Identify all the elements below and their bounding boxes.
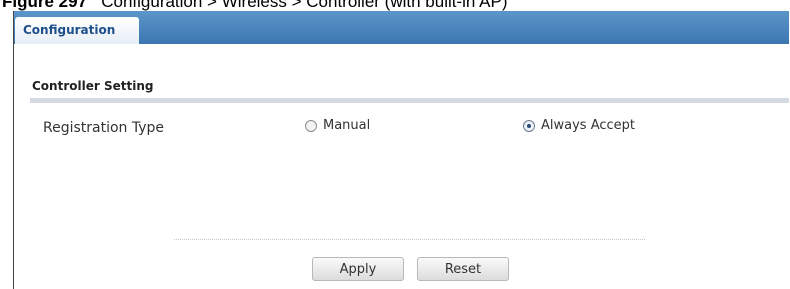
reset-button[interactable]: Reset xyxy=(417,257,509,281)
always-accept-radio-button[interactable] xyxy=(523,119,535,132)
radio-option-always-accept[interactable]: Always Accept xyxy=(523,118,635,133)
tab-configuration[interactable]: Configuration xyxy=(15,17,139,44)
section-divider xyxy=(30,98,789,103)
always-accept-radio-label: Always Accept xyxy=(541,118,636,133)
form-divider xyxy=(174,239,645,240)
manual-radio-button[interactable] xyxy=(305,119,317,132)
registration-type-label: Registration Type xyxy=(43,120,165,136)
section-title: Controller Setting xyxy=(32,79,154,93)
manual-radio-label: Manual xyxy=(323,118,371,133)
apply-button[interactable]: Apply xyxy=(312,257,404,281)
configuration-panel: Configuration Controller Setting Registr… xyxy=(13,11,789,289)
figure-number: Figure 297 xyxy=(2,0,88,11)
figure-title: Configuration > Wireless > Controller (w… xyxy=(101,0,508,11)
tab-bar: Configuration xyxy=(14,11,789,44)
radio-option-manual[interactable]: Manual xyxy=(305,118,370,133)
